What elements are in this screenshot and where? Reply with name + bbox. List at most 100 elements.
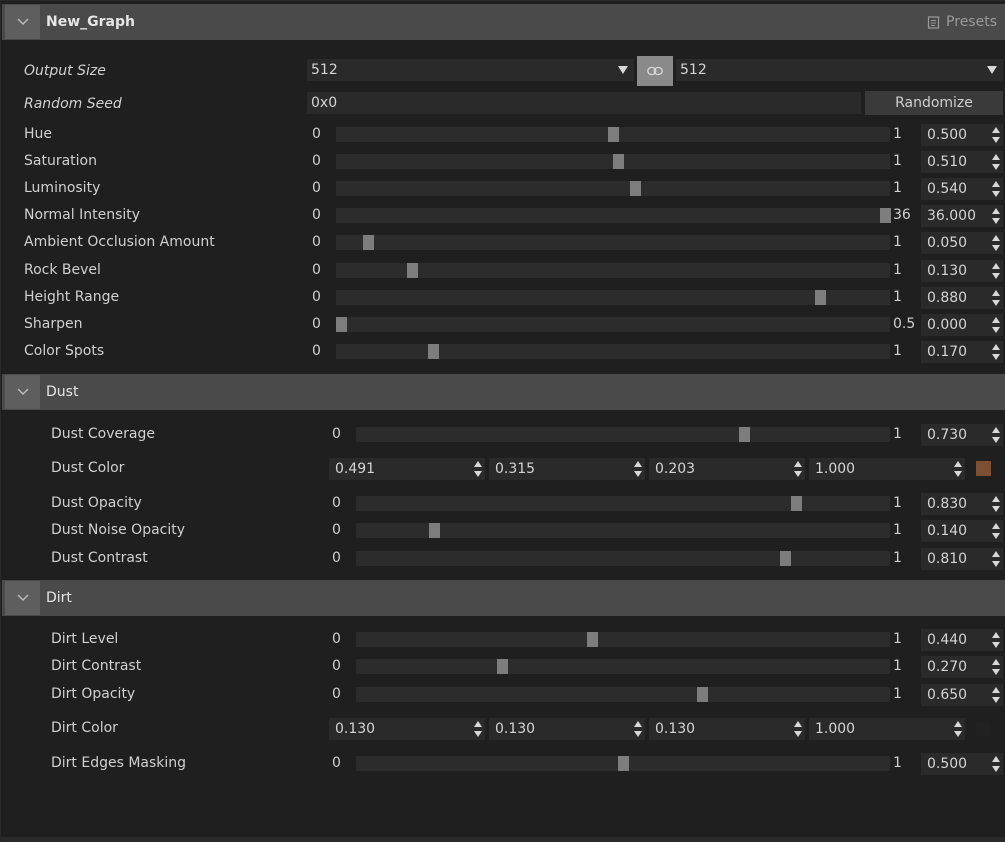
dust-color-g-spinbox[interactable]: 0.315 xyxy=(489,458,645,480)
dirt-color-g-spinbox[interactable]: 0.130 xyxy=(489,718,645,740)
rock-bevel-slider-track[interactable] xyxy=(336,262,890,278)
height-range-slider-track[interactable] xyxy=(336,289,890,305)
dust-coverage-spinbox[interactable]: 0.730 xyxy=(921,424,1003,446)
dirt-color-r-spinbox[interactable]: 0.130 xyxy=(329,718,485,740)
ambient-occlusion-amount-slider-track[interactable] xyxy=(336,235,890,251)
spin-arrows-icon[interactable] xyxy=(633,720,643,738)
saturation-slider-track[interactable] xyxy=(336,154,890,170)
dirt-level-slider-thumb[interactable] xyxy=(586,632,598,647)
luminosity-slider-track[interactable] xyxy=(336,181,890,197)
dust-noise-opacity-spinbox[interactable]: 0.140 xyxy=(921,520,1003,543)
dirt-edges-masking-slider-thumb[interactable] xyxy=(618,756,629,771)
collapse-chevron-icon[interactable] xyxy=(5,375,40,409)
dirt-opacity-slider-track[interactable] xyxy=(356,686,890,702)
rock-bevel-spinbox[interactable]: 0.130 xyxy=(921,259,1003,282)
dust-noise-opacity-slider-track[interactable] xyxy=(356,523,890,539)
ambient-occlusion-amount-slider-thumb[interactable] xyxy=(363,235,375,251)
dirt-color-b-spinbox[interactable]: 0.130 xyxy=(649,718,805,740)
spin-arrows-icon[interactable] xyxy=(991,426,1001,444)
spin-arrows-icon[interactable] xyxy=(473,460,483,478)
dirt-edges-masking-spinbox[interactable]: 0.500 xyxy=(921,753,1003,775)
spin-arrows-icon[interactable] xyxy=(991,343,1001,361)
spin-arrows-icon[interactable] xyxy=(953,460,963,478)
spin-arrows-icon[interactable] xyxy=(991,755,1001,773)
collapse-chevron-icon[interactable] xyxy=(5,581,40,615)
output-size-width-dropdown[interactable]: 512 xyxy=(307,59,634,81)
sharpen-spinbox[interactable]: 0.000 xyxy=(921,313,1003,336)
dust-coverage-min: 0 xyxy=(332,426,341,442)
spin-arrows-icon[interactable] xyxy=(473,720,483,738)
spin-arrows-icon[interactable] xyxy=(991,686,1001,704)
dirt-opacity-spinbox[interactable]: 0.650 xyxy=(921,683,1003,706)
spin-arrows-icon[interactable] xyxy=(991,262,1001,280)
presets-button[interactable]: Presets xyxy=(927,4,997,40)
saturation-spinbox[interactable]: 0.510 xyxy=(921,151,1003,174)
dirt-level-spinbox[interactable]: 0.440 xyxy=(921,629,1003,651)
dust-noise-opacity-slider-thumb[interactable] xyxy=(429,523,441,539)
random-seed-input[interactable]: 0x0 xyxy=(307,92,861,114)
spin-arrows-icon[interactable] xyxy=(991,289,1001,307)
dust-contrast-slider-thumb[interactable] xyxy=(780,550,792,566)
dust-opacity-spinbox[interactable]: 0.830 xyxy=(921,493,1003,515)
normal-intensity-slider-thumb[interactable] xyxy=(880,208,891,224)
dirt-contrast-spinbox[interactable]: 0.270 xyxy=(921,656,1003,679)
dust-coverage-slider-track[interactable] xyxy=(356,427,890,442)
randomize-button[interactable]: Randomize xyxy=(865,91,1003,115)
dust-opacity-slider-thumb[interactable] xyxy=(790,496,802,511)
section-header-graph[interactable]: New_Graph Presets xyxy=(2,4,1005,40)
spin-arrows-icon[interactable] xyxy=(633,460,643,478)
hue-slider-track[interactable] xyxy=(336,127,890,142)
section-header-dust[interactable]: Dust xyxy=(2,374,1005,410)
dust-color-a-spinbox[interactable]: 1.000 xyxy=(809,458,965,480)
dust-color-swatch[interactable] xyxy=(976,461,991,476)
spin-arrows-icon[interactable] xyxy=(991,316,1001,334)
dirt-color-a-spinbox[interactable]: 1.000 xyxy=(809,718,965,740)
dirt-edges-masking-slider-track[interactable] xyxy=(356,756,890,771)
spin-arrows-icon[interactable] xyxy=(991,234,1001,252)
spin-arrows-icon[interactable] xyxy=(991,631,1001,649)
spin-arrows-icon[interactable] xyxy=(991,207,1001,225)
height-range-spinbox[interactable]: 0.880 xyxy=(921,286,1003,309)
color-spots-spinbox[interactable]: 0.170 xyxy=(921,340,1003,363)
section-header-dirt[interactable]: Dirt xyxy=(2,580,1005,616)
dust-color-b-spinbox[interactable]: 0.203 xyxy=(649,458,805,480)
dust-coverage-label: Dust Coverage xyxy=(51,426,155,442)
hue-slider-thumb[interactable] xyxy=(608,127,619,142)
rock-bevel-slider-thumb[interactable] xyxy=(406,262,418,278)
link-size-button[interactable] xyxy=(637,56,673,86)
normal-intensity-slider-track[interactable] xyxy=(336,208,891,224)
spin-arrows-icon[interactable] xyxy=(991,522,1001,540)
color-spots-slider-thumb[interactable] xyxy=(428,343,440,359)
height-range-slider-thumb[interactable] xyxy=(814,289,826,305)
luminosity-slider-thumb[interactable] xyxy=(629,181,641,197)
dirt-contrast-slider-track[interactable] xyxy=(356,659,890,675)
luminosity-spinbox[interactable]: 0.540 xyxy=(921,178,1003,201)
color-spots-slider-track[interactable] xyxy=(336,343,890,359)
spin-arrows-icon[interactable] xyxy=(991,126,1001,144)
dust-coverage-slider-thumb[interactable] xyxy=(738,427,750,442)
spin-arrows-icon[interactable] xyxy=(991,550,1001,568)
sharpen-slider-track[interactable] xyxy=(336,316,890,332)
ambient-occlusion-amount-spinbox[interactable]: 0.050 xyxy=(921,232,1003,255)
dirt-opacity-slider-thumb[interactable] xyxy=(696,686,708,702)
output-size-height-dropdown[interactable]: 512 xyxy=(676,59,1003,81)
spin-arrows-icon[interactable] xyxy=(991,495,1001,513)
spin-arrows-icon[interactable] xyxy=(953,720,963,738)
spin-arrows-icon[interactable] xyxy=(991,153,1001,171)
dust-opacity-slider-track[interactable] xyxy=(356,496,890,511)
dust-contrast-spinbox[interactable]: 0.810 xyxy=(921,547,1003,570)
spin-arrows-icon[interactable] xyxy=(793,720,803,738)
collapse-chevron-icon[interactable] xyxy=(5,5,40,39)
dirt-level-slider-track[interactable] xyxy=(356,632,890,647)
dirt-color-swatch[interactable] xyxy=(976,721,991,736)
spin-arrows-icon[interactable] xyxy=(991,180,1001,198)
sharpen-slider-thumb[interactable] xyxy=(336,316,347,332)
hue-spinbox[interactable]: 0.500 xyxy=(921,124,1003,146)
dust-contrast-slider-track[interactable] xyxy=(356,550,890,566)
spin-arrows-icon[interactable] xyxy=(991,658,1001,676)
dust-color-r-spinbox[interactable]: 0.491 xyxy=(329,458,485,480)
saturation-slider-thumb[interactable] xyxy=(613,154,625,170)
spin-arrows-icon[interactable] xyxy=(793,460,803,478)
normal-intensity-spinbox[interactable]: 36.000 xyxy=(921,205,1003,228)
dirt-contrast-slider-thumb[interactable] xyxy=(497,659,509,675)
